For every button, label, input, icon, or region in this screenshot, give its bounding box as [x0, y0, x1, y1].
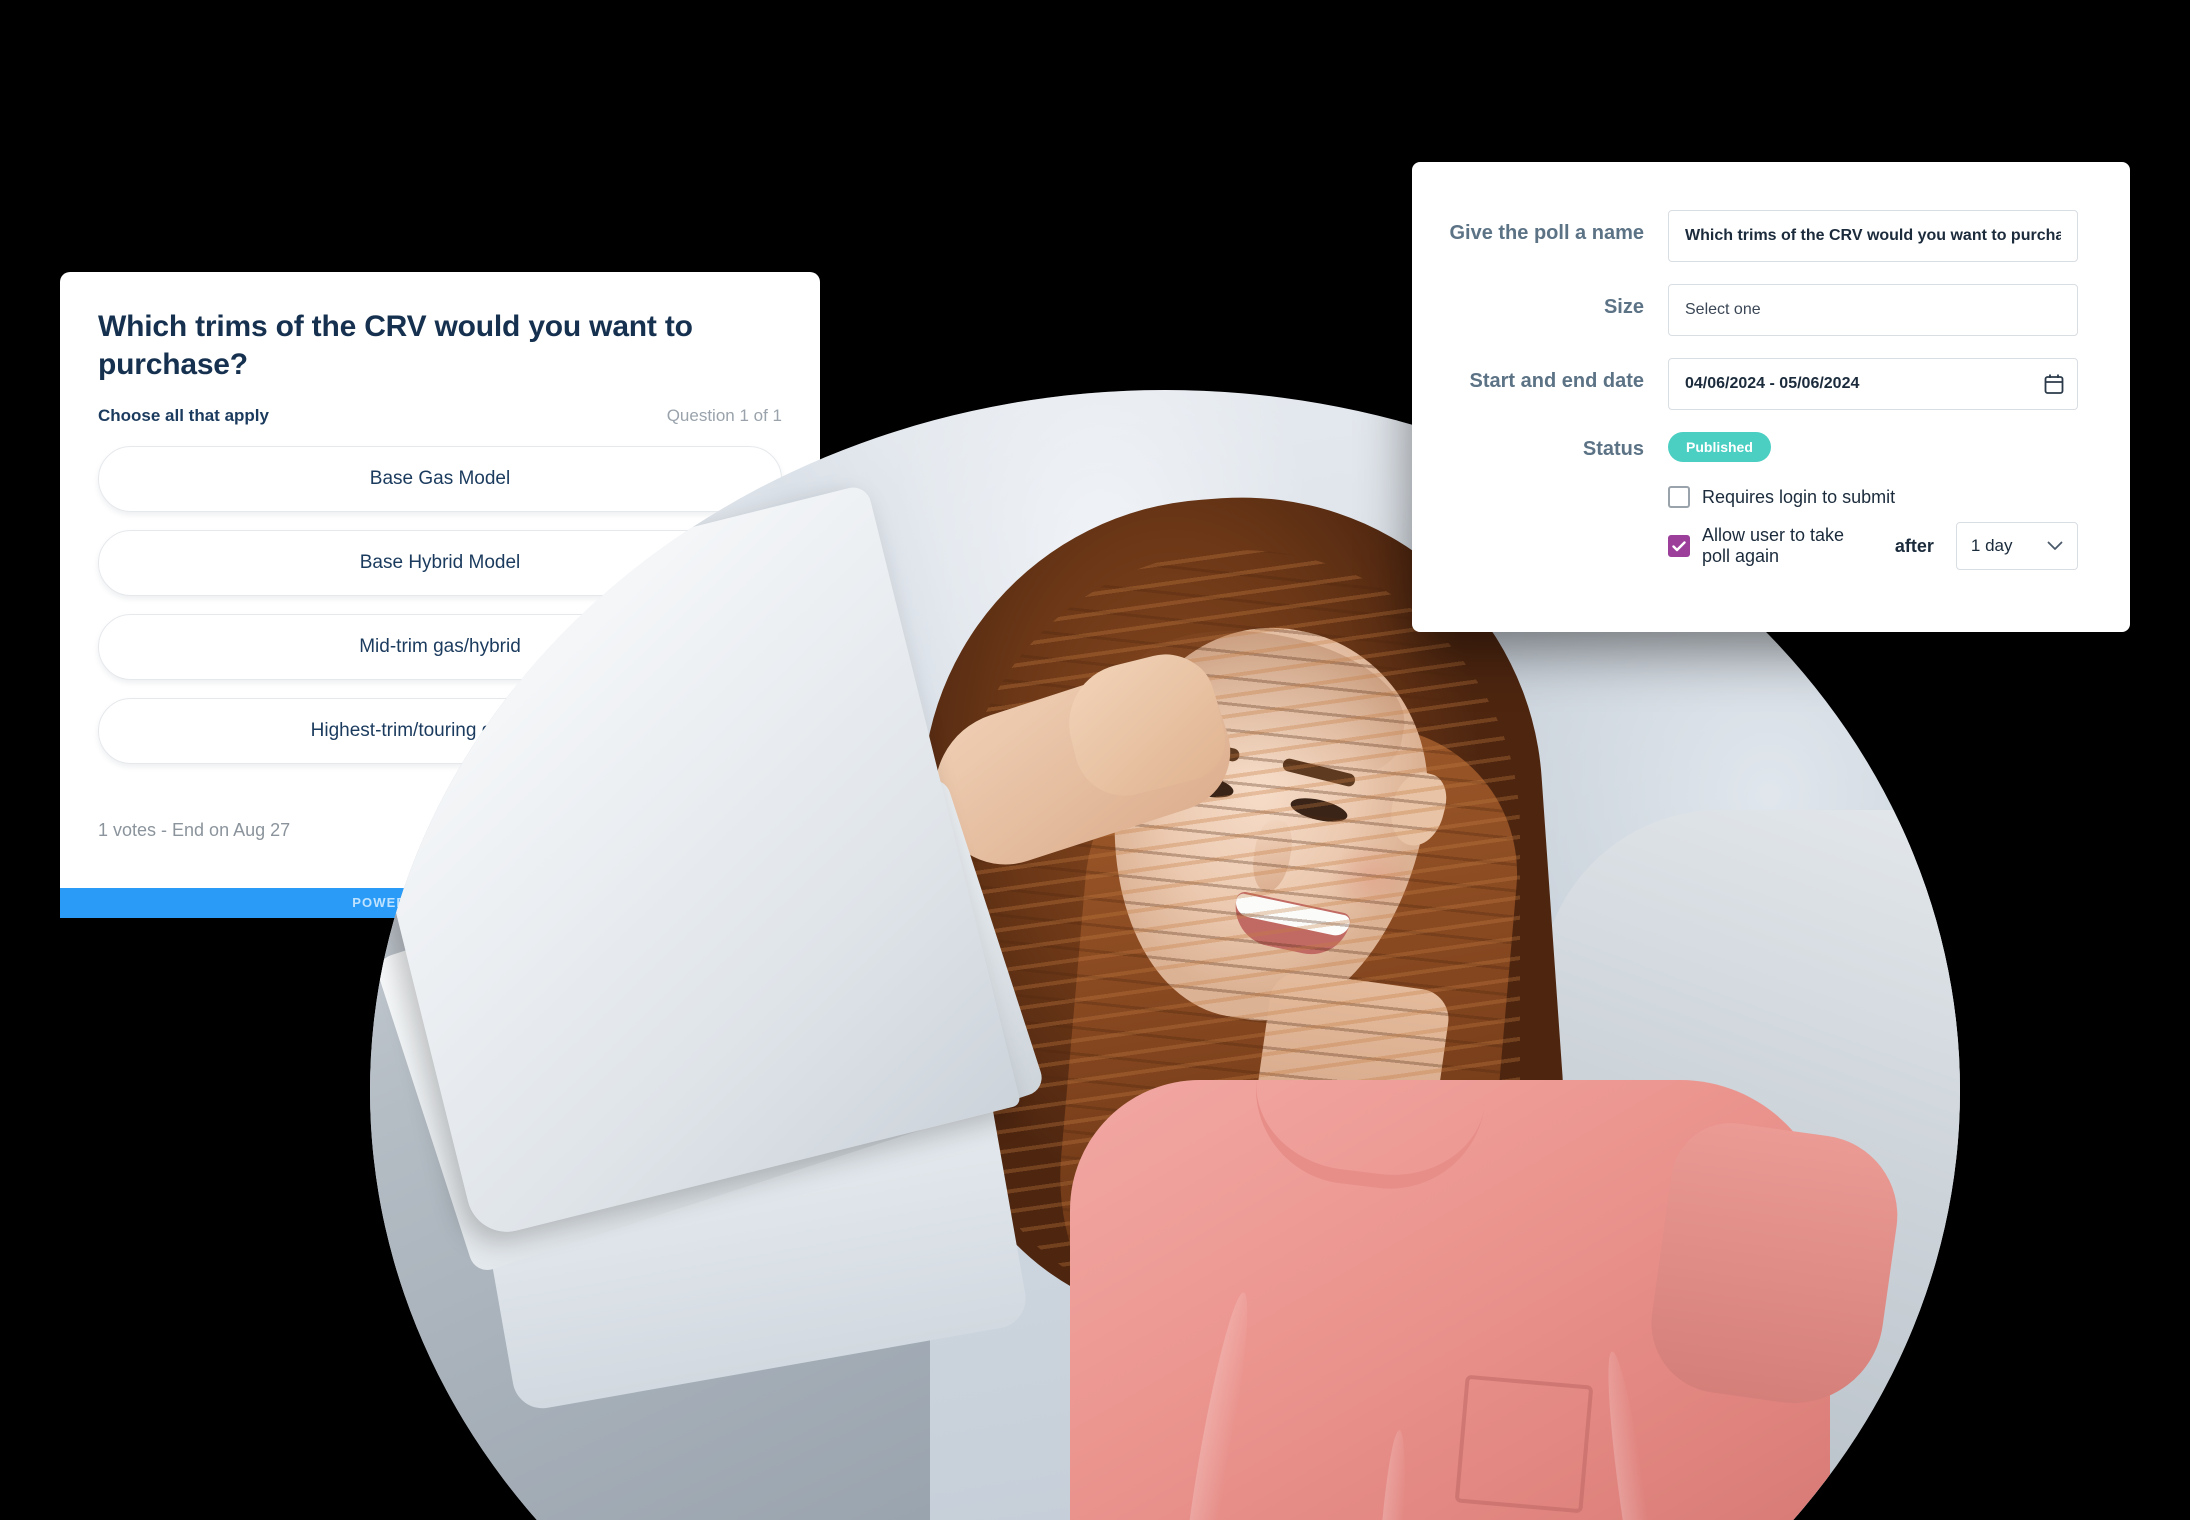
poll-settings-panel: Give the poll a name Size Start and end … — [1412, 162, 2130, 632]
poll-name-label: Give the poll a name — [1449, 222, 1644, 244]
size-label: Size — [1603, 296, 1644, 318]
requires-login-checkbox[interactable] — [1668, 486, 1690, 508]
field-row-status: Status Published — [1446, 432, 2078, 462]
status-badge: Published — [1668, 432, 1771, 462]
retake-interval-select[interactable]: 1 day — [1955, 522, 2078, 570]
poll-votes-status: 1 votes - End on Aug 27 — [98, 820, 291, 841]
dates-control — [1668, 358, 2078, 410]
field-row-dates: Start and end date — [1446, 358, 2078, 410]
laptop-lid — [370, 483, 1022, 1241]
status-control: Published — [1668, 432, 2078, 462]
allow-retake-label: Allow user to take poll again — [1702, 525, 1845, 566]
screenshot-stage: Which trims of the CRV would you want to… — [0, 0, 2190, 1520]
checkbox-row-requires-login: Requires login to submit — [1668, 486, 2078, 508]
status-label: Status — [1582, 437, 1644, 460]
field-row-poll-name: Give the poll a name — [1446, 210, 2078, 262]
size-control — [1668, 284, 2078, 336]
after-label: after — [1894, 535, 1934, 556]
chevron-down-icon — [2047, 541, 2063, 550]
poll-question: Which trims of the CRV would you want to… — [98, 310, 693, 381]
requires-login-label: Requires login to submit — [1702, 486, 1896, 507]
retake-interval-value: 1 day — [1970, 536, 2013, 555]
tshirt-pocket — [1454, 1374, 1594, 1514]
allow-retake-checkbox[interactable] — [1668, 535, 1690, 557]
poll-name-input[interactable] — [1668, 210, 2078, 262]
date-range-input[interactable] — [1668, 358, 2078, 410]
size-select[interactable] — [1668, 284, 2078, 336]
dates-label: Start and end date — [1469, 370, 1644, 392]
poll-name-control — [1668, 210, 2078, 262]
poll-subtitle: Choose all that apply — [98, 405, 269, 425]
checkbox-row-retake-poll: Allow user to take poll again after 1 da… — [1668, 522, 2078, 570]
field-row-size: Size — [1446, 284, 2078, 336]
checkmark-icon — [1672, 540, 1686, 551]
